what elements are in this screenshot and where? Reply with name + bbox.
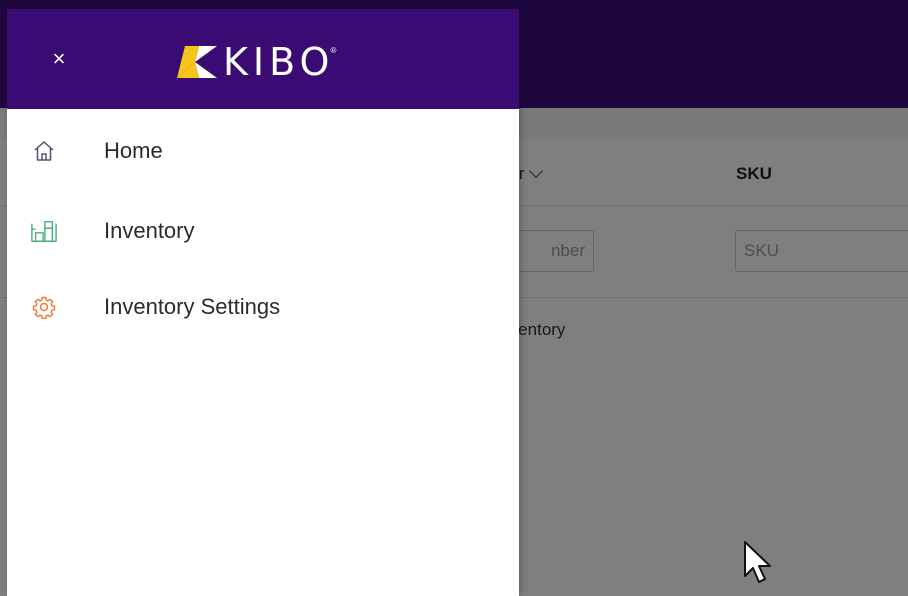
navigation-drawer: × KIBO ® Home Inventory Inventory Settin… <box>7 9 519 596</box>
drawer-header: × KIBO ® <box>7 9 519 109</box>
drawer-nav: Home Inventory Inventory Settings <box>7 109 519 345</box>
mouse-cursor-icon <box>744 541 771 583</box>
nav-item-label: Inventory Settings <box>104 294 281 319</box>
gear-icon <box>31 294 57 320</box>
logo-trademark: ® <box>330 45 337 55</box>
home-icon <box>31 138 57 164</box>
nav-item-label: Home <box>104 138 163 163</box>
nav-item-label: Inventory <box>104 218 195 243</box>
kibo-logo-mark-icon <box>177 46 217 78</box>
nav-item-home[interactable]: Home <box>7 109 519 193</box>
logo-text: KIBO <box>223 40 335 84</box>
kibo-logo[interactable]: KIBO ® <box>177 40 337 84</box>
close-button[interactable]: × <box>45 45 73 73</box>
nav-item-inventory-settings[interactable]: Inventory Settings <box>7 269 519 345</box>
nav-item-inventory[interactable]: Inventory <box>7 193 519 269</box>
inventory-icon <box>31 218 57 244</box>
